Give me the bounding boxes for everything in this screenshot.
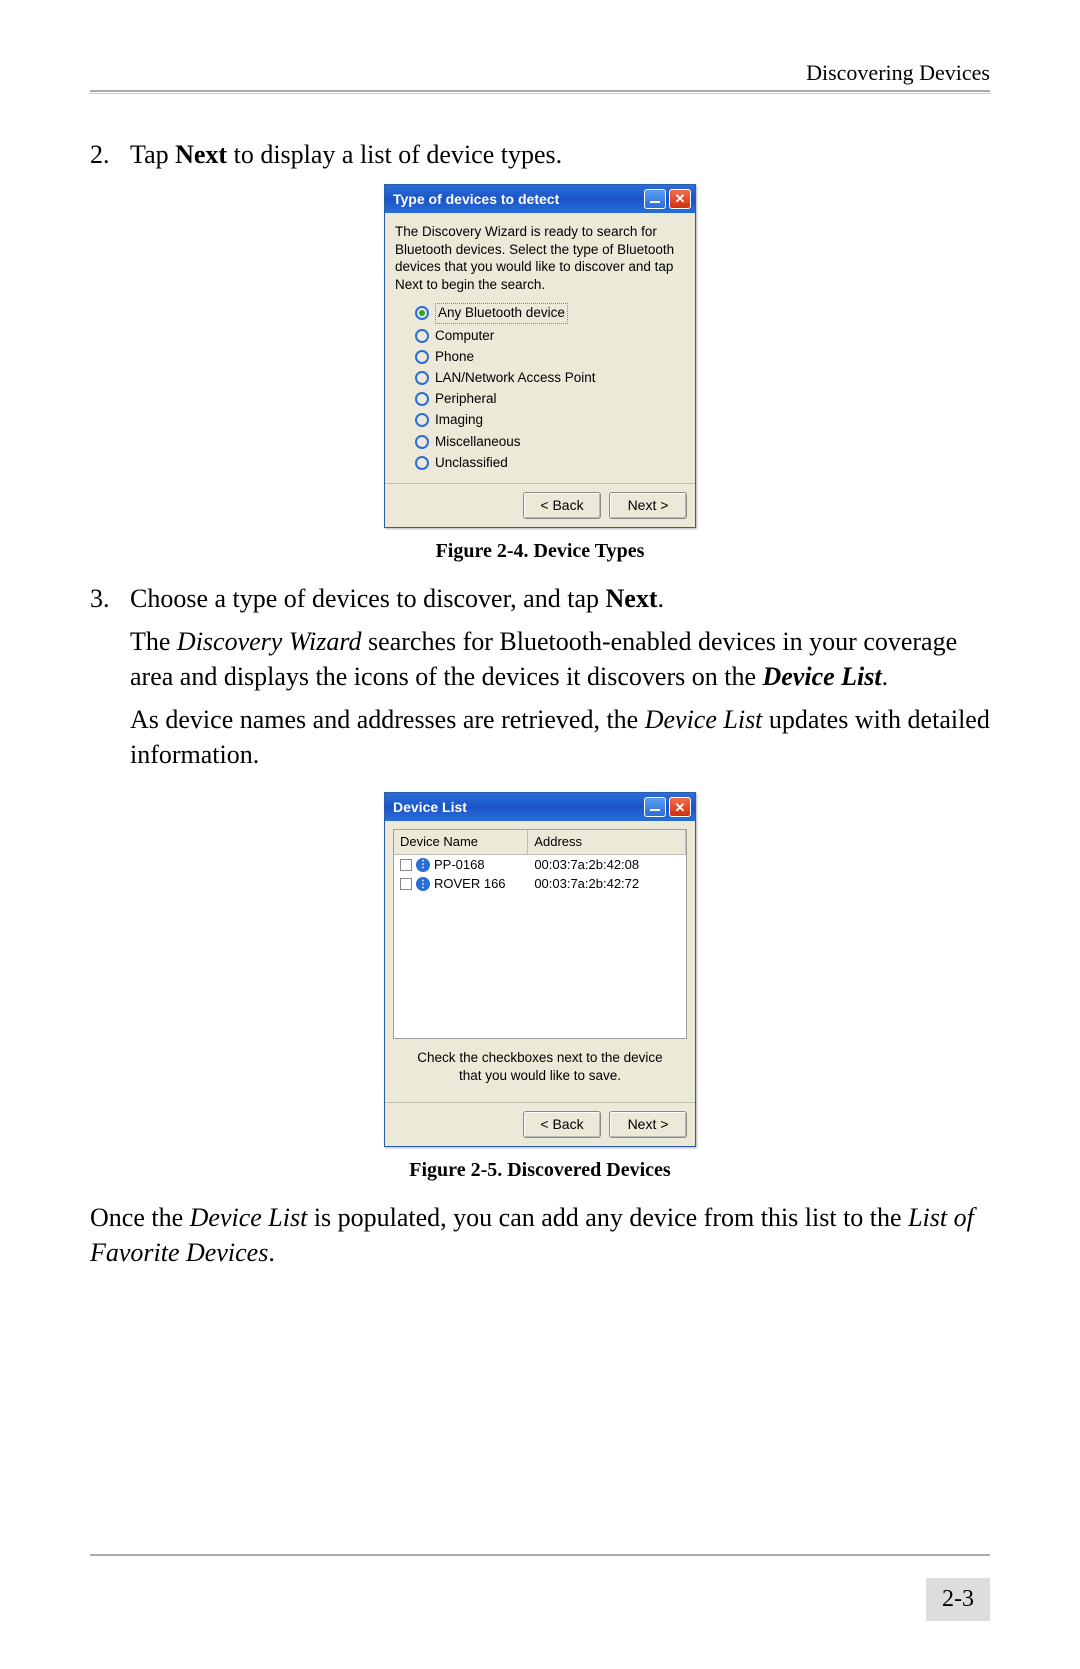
next-button[interactable]: Next > [609, 1111, 687, 1138]
step-3: 3. Choose a type of devices to discover,… [90, 581, 990, 780]
step-2-number: 2. [90, 137, 130, 172]
radio-option[interactable]: Miscellaneous [415, 433, 685, 451]
col-device-name[interactable]: Device Name [394, 830, 528, 854]
device-row[interactable]: ⋮PP-016800:03:7a:2b:42:08 [394, 855, 686, 875]
radio-label: Imaging [435, 411, 483, 429]
device-address-cell: 00:03:7a:2b:42:72 [528, 875, 686, 893]
step-2-bold: Next [175, 140, 227, 169]
radio-label: Peripheral [435, 390, 497, 408]
col-address[interactable]: Address [528, 830, 686, 854]
radio-icon [415, 413, 429, 427]
minimize-button[interactable] [644, 189, 666, 209]
close-button[interactable]: ✕ [669, 189, 691, 209]
close-button[interactable]: ✕ [669, 797, 691, 817]
step-3-line1-bold: Next [606, 584, 658, 613]
radio-icon [415, 456, 429, 470]
radio-icon [415, 371, 429, 385]
radio-label: LAN/Network Access Point [435, 369, 596, 387]
radio-icon [415, 435, 429, 449]
step-3-line1-b: . [657, 584, 664, 613]
figure-2-5-caption: Figure 2-5. Discovered Devices [90, 1157, 990, 1184]
minimize-button[interactable] [644, 797, 666, 817]
closing-c: . [268, 1238, 275, 1267]
back-button[interactable]: < Back [523, 1111, 601, 1138]
radio-label: Any Bluetooth device [435, 303, 568, 323]
device-checkbox[interactable] [400, 878, 412, 890]
radio-option[interactable]: Any Bluetooth device [415, 303, 685, 323]
closing-paragraph: Once the Device List is populated, you c… [90, 1200, 990, 1270]
radio-option[interactable]: Computer [415, 327, 685, 345]
closing-b: is populated, you can add any device fro… [307, 1203, 908, 1232]
bluetooth-icon: ⋮ [416, 858, 430, 872]
back-button[interactable]: < Back [523, 492, 601, 519]
radio-option[interactable]: Phone [415, 348, 685, 366]
step-2-text-a: Tap [130, 140, 175, 169]
header-rule [90, 90, 990, 94]
section-title: Discovering Devices [806, 60, 990, 85]
device-list-hint: Check the checkboxes next to the device … [393, 1039, 687, 1094]
device-type-radio-group: Any Bluetooth device Computer Phone LAN/Net… [395, 303, 685, 472]
device-name-cell: PP-0168 [432, 856, 528, 874]
dialog1-titlebar: Type of devices to detect ✕ [385, 185, 695, 213]
radio-option[interactable]: Unclassified [415, 454, 685, 472]
step3-p2-c: . [882, 662, 889, 691]
radio-icon [415, 350, 429, 364]
step3-p2-a: The [130, 627, 177, 656]
step3-p3-i: Device List [645, 705, 763, 734]
radio-icon [415, 329, 429, 343]
radio-option[interactable]: Imaging [415, 411, 685, 429]
device-name-cell: ROVER 166 [432, 875, 528, 893]
step-2-text-b: to display a list of device types. [227, 140, 562, 169]
radio-label: Phone [435, 348, 474, 366]
step3-p2-i1: Discovery Wizard [177, 627, 362, 656]
device-types-dialog: Type of devices to detect ✕ The Discover… [384, 184, 696, 528]
step-2: 2. Tap Next to display a list of device … [90, 137, 990, 172]
radio-option[interactable]: LAN/Network Access Point [415, 369, 685, 387]
radio-label: Unclassified [435, 454, 508, 472]
page-number: 2-3 [926, 1578, 990, 1621]
step3-p3-a: As device names and addresses are retrie… [130, 705, 645, 734]
radio-icon [415, 392, 429, 406]
device-list-dialog: Device List ✕ Device Name Address ⋮PP-01… [384, 792, 696, 1147]
radio-option[interactable]: Peripheral [415, 390, 685, 408]
dialog2-titlebar: Device List ✕ [385, 793, 695, 821]
step-3-number: 3. [90, 581, 130, 780]
step-3-line1-a: Choose a type of devices to discover, an… [130, 584, 606, 613]
device-list-table: Device Name Address ⋮PP-016800:03:7a:2b:… [393, 829, 687, 1039]
footer-rule [90, 1554, 990, 1556]
step3-p2-bi: Device List [762, 662, 881, 691]
radio-label: Computer [435, 327, 494, 345]
closing-i1: Device List [190, 1203, 308, 1232]
radio-icon [415, 306, 429, 320]
device-row[interactable]: ⋮ROVER 16600:03:7a:2b:42:72 [394, 874, 686, 894]
dialog1-instructions: The Discovery Wizard is ready to search … [395, 223, 685, 293]
device-address-cell: 00:03:7a:2b:42:08 [528, 856, 686, 874]
dialog2-title: Device List [393, 798, 644, 817]
closing-a: Once the [90, 1203, 190, 1232]
bluetooth-icon: ⋮ [416, 877, 430, 891]
next-button[interactable]: Next > [609, 492, 687, 519]
device-checkbox[interactable] [400, 859, 412, 871]
dialog1-title: Type of devices to detect [393, 190, 644, 209]
radio-label: Miscellaneous [435, 433, 521, 451]
figure-2-4-caption: Figure 2-4. Device Types [90, 538, 990, 565]
